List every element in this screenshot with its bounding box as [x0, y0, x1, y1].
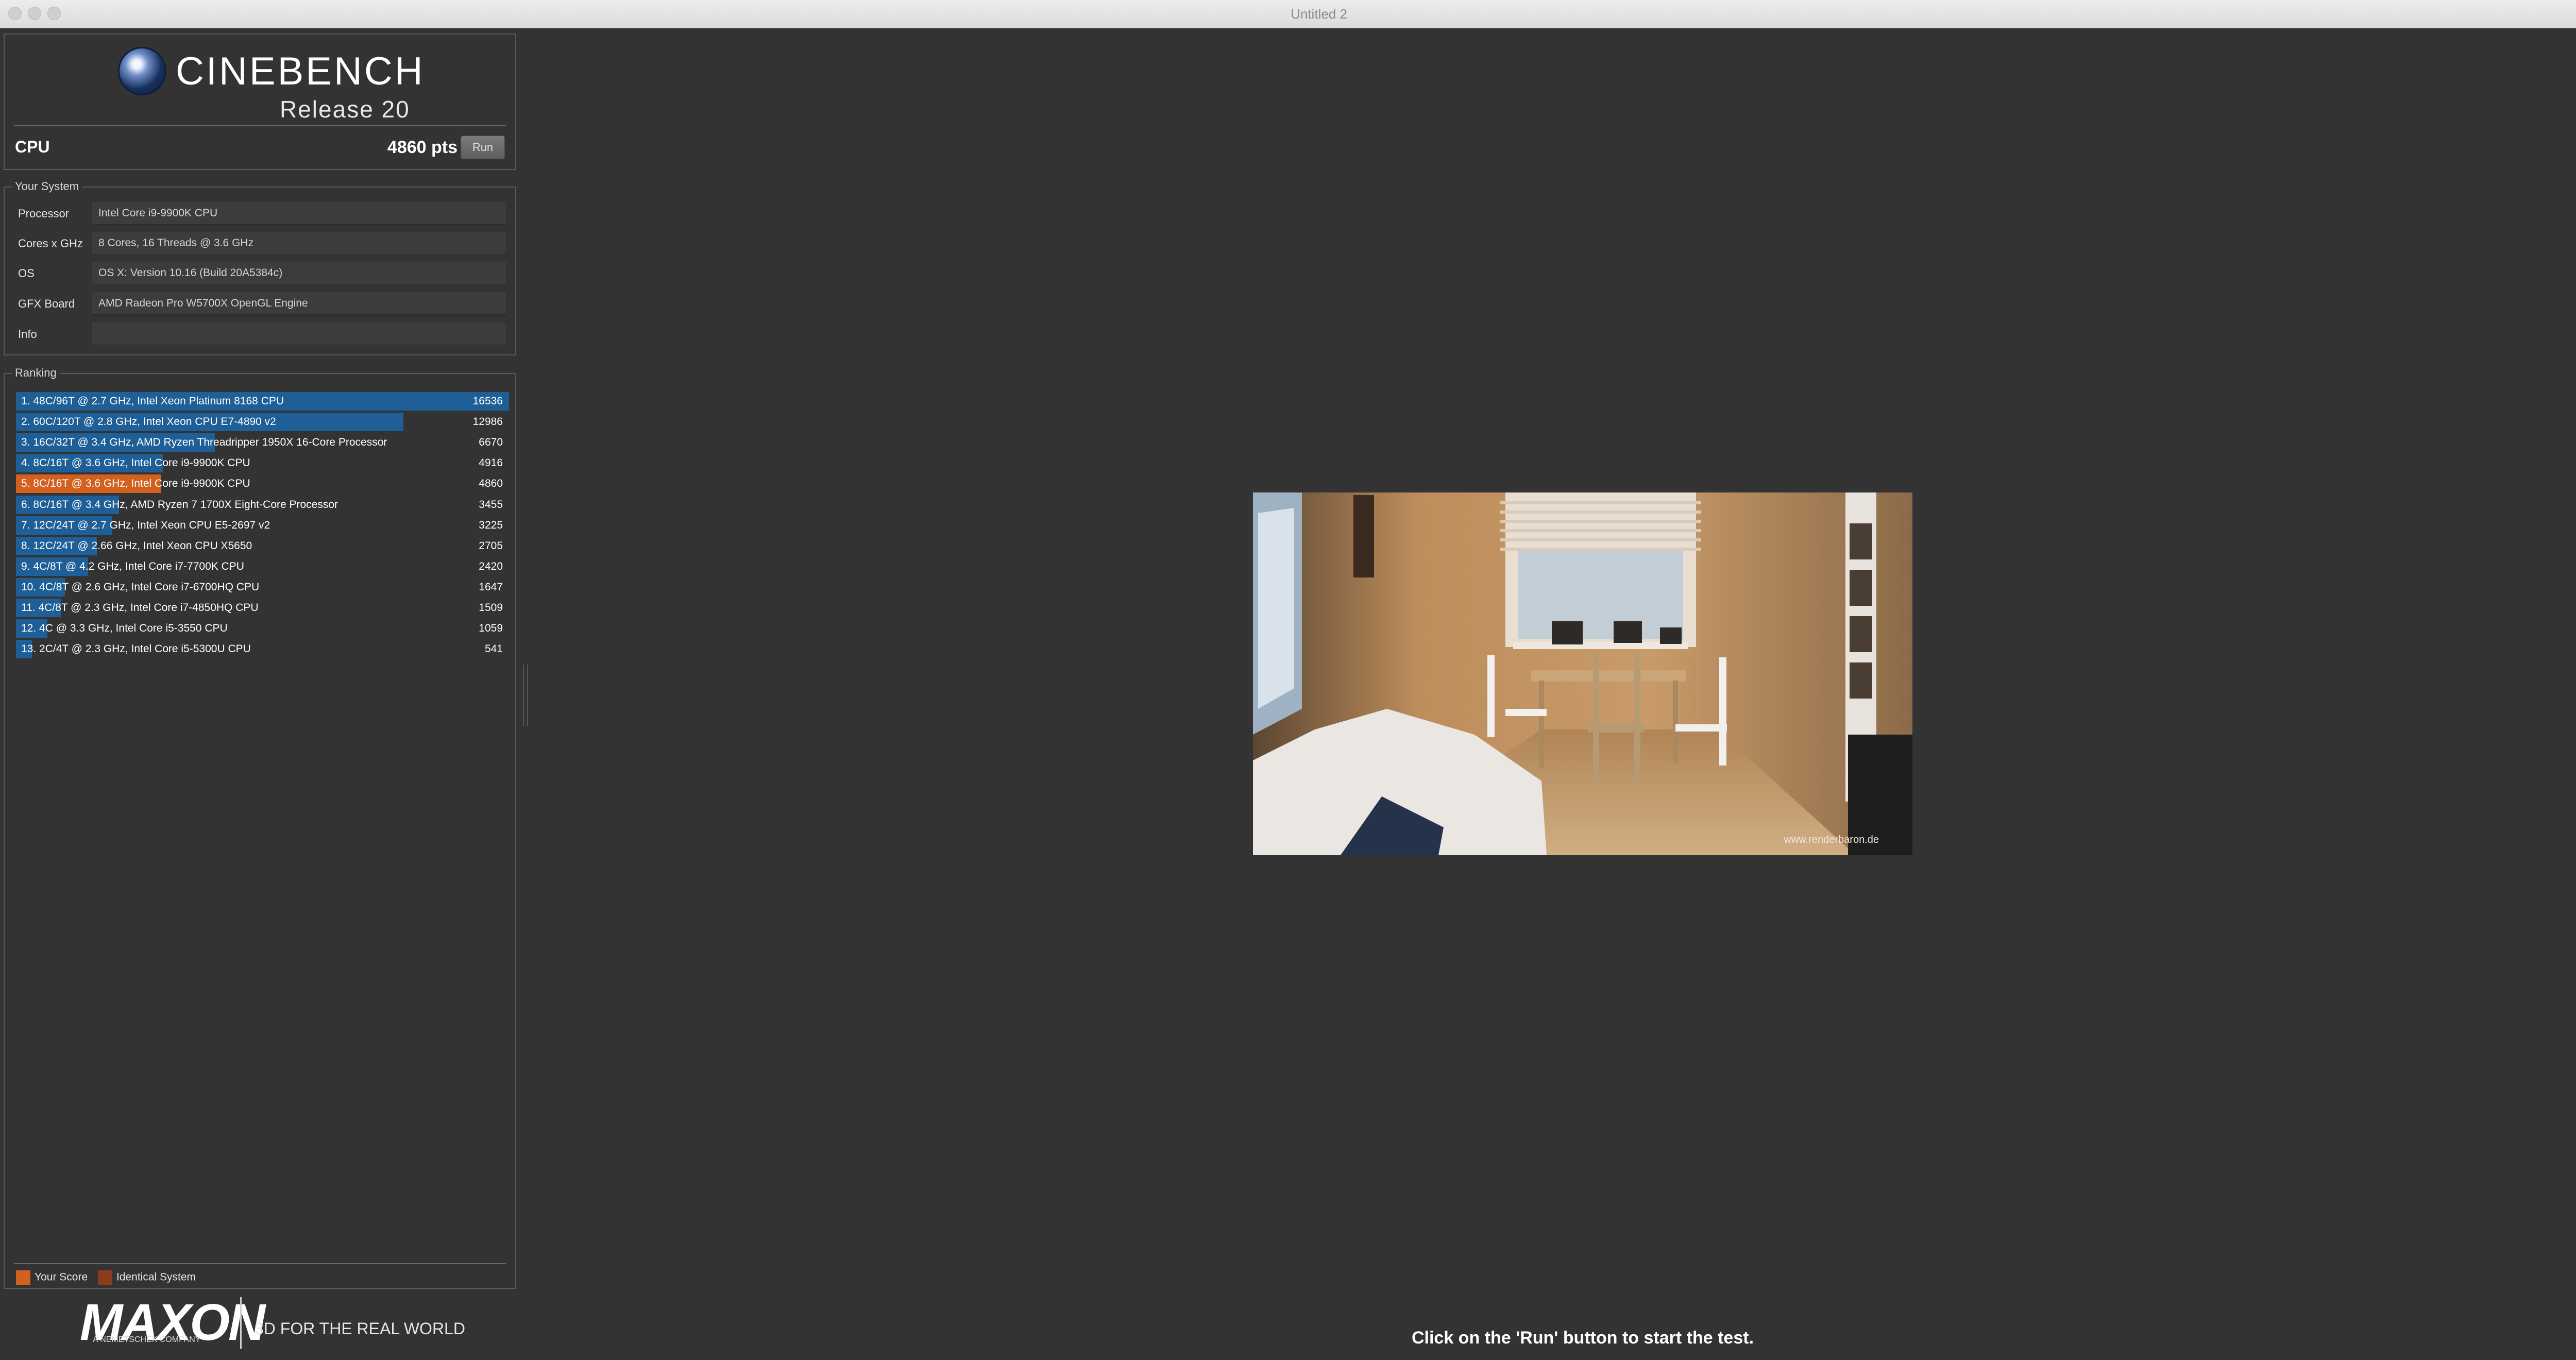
system-key: OS	[18, 267, 35, 280]
ranking-label: 8. 12C/24T @ 2.66 GHz, Intel Xeon CPU X5…	[21, 539, 252, 552]
your-score-swatch	[16, 1270, 30, 1285]
ranking-score: 6670	[479, 436, 503, 449]
legend-your-score: Your Score	[35, 1271, 88, 1283]
ranking-score: 541	[484, 643, 503, 655]
ranking-label: 2. 60C/120T @ 2.8 GHz, Intel Xeon CPU E7…	[21, 416, 276, 428]
gfx-board-field[interactable]: AMD Radeon Pro W5700X OpenGL Engine	[92, 292, 506, 315]
ranking-label: 9. 4C/8T @ 4.2 GHz, Intel Core i7-7700K …	[21, 560, 244, 572]
ranking-row[interactable]: 7. 12C/24T @ 2.7 GHz, Intel Xeon CPU E5-…	[16, 516, 509, 535]
ranking-label: 1. 48C/96T @ 2.7 GHz, Intel Xeon Platinu…	[21, 395, 284, 407]
ranking-row[interactable]: 6. 8C/16T @ 3.4 GHz, AMD Ryzen 7 1700X E…	[16, 495, 509, 514]
status-message: Click on the 'Run' button to start the t…	[1411, 1328, 1754, 1348]
app-name: CINEBENCH	[176, 49, 425, 93]
ranking-score: 2705	[479, 539, 503, 552]
ranking-score: 1647	[479, 581, 503, 593]
ranking-label: 5. 8C/16T @ 3.6 GHz, Intel Core i9-9900K…	[21, 478, 250, 490]
ranking-row[interactable]: 3. 16C/32T @ 3.4 GHz, AMD Ryzen Threadri…	[16, 433, 509, 452]
render-preview-image: www.renderbaron.de	[1253, 492, 1912, 855]
ranking-score: 16536	[472, 395, 503, 407]
ranking-score: 4860	[479, 478, 503, 490]
test-label: CPU	[15, 138, 50, 156]
ranking-row[interactable]: 13. 2C/4T @ 2.3 GHz, Intel Core i5-5300U…	[16, 640, 509, 659]
ranking-score: 3455	[479, 498, 503, 511]
maxon-subtitle: A NEMETSCHEK COMPANY	[93, 1335, 201, 1344]
cpu-score: 4860 pts	[387, 138, 457, 157]
ranking-score: 4916	[479, 457, 503, 469]
ranking-legend: Your Score Identical System	[16, 1270, 196, 1285]
ranking-panel: Ranking 1. 48C/96T @ 2.7 GHz, Intel Xeon…	[4, 366, 516, 1289]
group-title: Ranking	[12, 366, 60, 380]
render-watermark: www.renderbaron.de	[1783, 834, 1879, 845]
ranking-score: 2420	[479, 560, 503, 572]
window-title: Untitled 2	[1291, 6, 1347, 22]
ranking-row[interactable]: 11. 4C/8T @ 2.3 GHz, Intel Core i7-4850H…	[16, 599, 509, 617]
ranking-score: 1059	[479, 622, 503, 635]
os-field[interactable]: OS X: Version 10.16 (Build 20A5384c)	[92, 262, 506, 284]
legend-identical-system: Identical System	[116, 1271, 196, 1283]
system-key: GFX Board	[18, 297, 75, 310]
tagline: 3D FOR THE REAL WORLD	[255, 1319, 465, 1338]
system-key: Info	[18, 328, 37, 341]
panel-splitter-handle[interactable]	[523, 665, 528, 726]
ranking-label: 4. 8C/16T @ 3.6 GHz, Intel Core i9-9900K…	[21, 457, 250, 469]
processor-field[interactable]: Intel Core i9-9900K CPU	[92, 202, 506, 225]
release-label: Release 20	[280, 96, 410, 123]
system-row: Processor Intel Core i9-9900K CPU	[14, 202, 506, 226]
ranking-label: 6. 8C/16T @ 3.4 GHz, AMD Ryzen 7 1700X E…	[21, 498, 338, 511]
ranking-row[interactable]: 8. 12C/24T @ 2.66 GHz, Intel Xeon CPU X5…	[16, 536, 509, 555]
cores-field[interactable]: 8 Cores, 16 Threads @ 3.6 GHz	[92, 232, 506, 254]
ranking-row[interactable]: 5. 8C/16T @ 3.6 GHz, Intel Core i9-9900K…	[16, 474, 509, 494]
ranking-score: 1509	[479, 602, 503, 614]
ranking-row[interactable]: 10. 4C/8T @ 2.6 GHz, Intel Core i7-6700H…	[16, 577, 509, 597]
divider	[240, 1297, 242, 1349]
divider	[14, 125, 506, 126]
run-button[interactable]: Run	[461, 135, 505, 159]
cinema4d-sphere-icon	[118, 47, 166, 95]
system-row: Info	[14, 322, 506, 346]
your-system-panel: Your System Processor Intel Core i9-9900…	[4, 180, 516, 355]
ranking-score: 3225	[479, 519, 503, 531]
ranking-row[interactable]: 9. 4C/8T @ 4.2 GHz, Intel Core i7-7700K …	[16, 557, 509, 576]
system-row: Cores x GHz 8 Cores, 16 Threads @ 3.6 GH…	[14, 232, 506, 256]
ranking-label: 10. 4C/8T @ 2.6 GHz, Intel Core i7-6700H…	[21, 581, 260, 593]
window-titlebar: Untitled 2	[0, 0, 2576, 28]
ranking-label: 13. 2C/4T @ 2.3 GHz, Intel Core i5-5300U…	[21, 643, 251, 655]
identical-system-swatch	[97, 1270, 112, 1285]
ranking-label: 7. 12C/24T @ 2.7 GHz, Intel Xeon CPU E5-…	[21, 519, 270, 531]
ranking-score: 12986	[472, 416, 503, 428]
ranking-row[interactable]: 4. 8C/16T @ 3.6 GHz, Intel Core i9-9900K…	[16, 454, 509, 473]
ranking-label: 3. 16C/32T @ 3.4 GHz, AMD Ryzen Threadri…	[21, 436, 387, 449]
info-field[interactable]	[92, 322, 506, 345]
ranking-row[interactable]: 12. 4C @ 3.3 GHz, Intel Core i5-3550 CPU…	[16, 619, 509, 638]
system-key: Cores x GHz	[18, 237, 83, 250]
ranking-row[interactable]: 2. 60C/120T @ 2.8 GHz, Intel Xeon CPU E7…	[16, 413, 509, 432]
group-title: Your System	[12, 180, 82, 193]
ranking-label: 11. 4C/8T @ 2.3 GHz, Intel Core i7-4850H…	[21, 602, 259, 614]
ranking-row[interactable]: 1. 48C/96T @ 2.7 GHz, Intel Xeon Platinu…	[16, 392, 509, 411]
system-row: OS OS X: Version 10.16 (Build 20A5384c)	[14, 262, 506, 285]
divider	[14, 1263, 506, 1264]
system-key: Processor	[18, 207, 70, 220]
system-row: GFX Board AMD Radeon Pro W5700X OpenGL E…	[14, 292, 506, 316]
header-panel: CINEBENCH Release 20 CPU 4860 pts Run	[4, 33, 516, 170]
ranking-label: 12. 4C @ 3.3 GHz, Intel Core i5-3550 CPU	[21, 622, 228, 635]
